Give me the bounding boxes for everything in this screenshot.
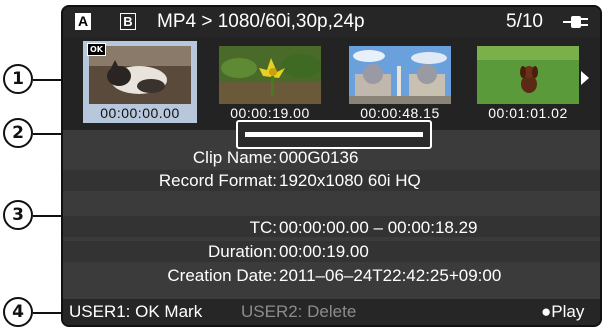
thumbnail-timecode: 00:00:48.15 [360, 105, 440, 121]
camera-screen: A B MP4 > 1080/60i,30p,24p 5/10 OK 00:00… [61, 5, 602, 327]
scrollbar-thumb[interactable] [245, 132, 423, 137]
thumbnail-timecode: 00:00:00.00 [100, 105, 180, 121]
operation-guide-bar: USER1: OK Mark USER2: Delete ●Play [63, 299, 600, 325]
creation-date-value: 2011–06–24T22:42:25+09:00 [279, 266, 502, 285]
thumbnail-image-flower [219, 46, 321, 104]
thumbnail-timecode: 00:00:19.00 [230, 105, 310, 121]
clip-name-label: Clip Name: [192, 148, 277, 167]
thumbnail-item[interactable]: OK 00:00:00.00 [83, 41, 197, 123]
record-format-value: 1920x1080 60i HQ [279, 171, 421, 190]
clip-count: 5/10 [506, 11, 543, 32]
creation-date-label: Creation Date: [167, 266, 277, 285]
callout-1: 1 [3, 64, 33, 94]
thumbnail-item[interactable]: 00:00:48.15 [343, 41, 457, 123]
clip-info-panel: Clip Name: 000G0136 Record Format: 1920x… [63, 145, 600, 295]
clip-name-value: 000G0136 [279, 148, 359, 167]
clip-name-row: Clip Name: 000G0136 [63, 147, 600, 168]
record-format-row: Record Format: 1920x1080 60i HQ [63, 170, 600, 191]
thumbnail-image-dog [477, 46, 579, 104]
duration-label: Duration: [208, 242, 277, 261]
thumbnail-strip: OK 00:00:00.00 00:00:19.00 00:00:48.15 0… [63, 37, 600, 130]
callout-4-leader [33, 312, 63, 314]
ok-mark-icon: OK [87, 43, 106, 56]
record-format-label: Record Format: [158, 171, 277, 190]
creation-date-row: Creation Date: 2011–06–24T22:42:25+09:00 [63, 265, 600, 286]
tc-value: 00:00:00.00 – 00:00:18.29 [279, 218, 478, 237]
duration-row: Duration: 00:00:19.00 [63, 241, 600, 262]
slot-a-icon[interactable]: A [75, 13, 91, 30]
format-label: MP4 > 1080/60i,30p,24p [157, 11, 365, 32]
tc-label: TC: [249, 218, 277, 237]
thumbnail-image-building [349, 46, 451, 104]
tc-row: TC: 00:00:00.00 – 00:00:18.29 [63, 217, 600, 238]
callout-4: 4 [3, 297, 33, 327]
duration-value: 00:00:19.00 [279, 242, 369, 261]
callout-2: 2 [3, 118, 33, 148]
thumbnail-timecode: 00:01:01.02 [488, 105, 568, 121]
next-page-arrow-icon[interactable] [581, 71, 589, 85]
user1-ok-mark-button[interactable]: USER1: OK Mark [69, 299, 202, 325]
slot-b-icon[interactable]: B [120, 13, 136, 30]
play-button[interactable]: ●Play [541, 299, 584, 325]
thumbnail-item[interactable]: 00:00:19.00 [213, 41, 327, 123]
status-bar: A B MP4 > 1080/60i,30p,24p 5/10 [63, 7, 600, 37]
power-plug-icon [563, 16, 588, 28]
callout-3: 3 [3, 200, 33, 230]
blank-row [63, 193, 600, 214]
thumbnail-item[interactable]: 00:01:01.02 [471, 41, 585, 123]
user2-delete-button[interactable]: USER2: Delete [241, 299, 356, 325]
